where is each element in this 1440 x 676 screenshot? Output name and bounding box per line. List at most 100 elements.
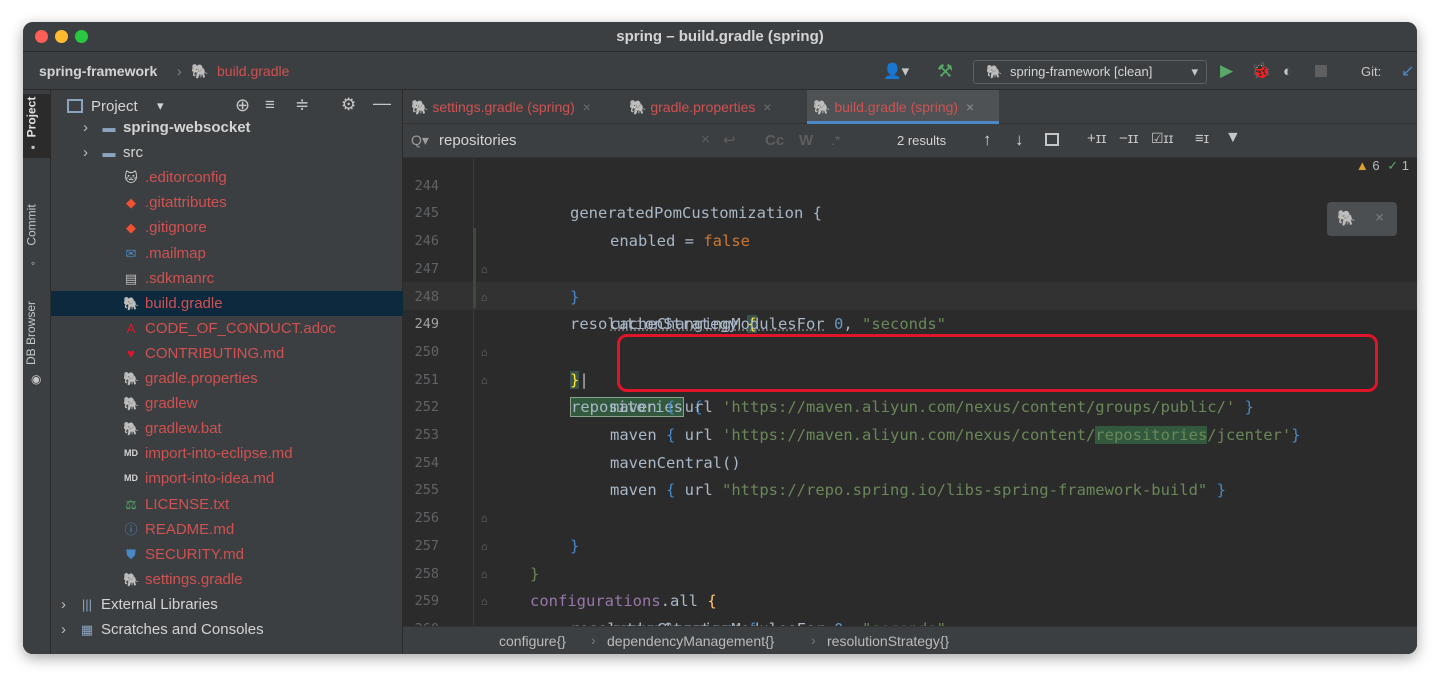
code-editor[interactable]: 244 generatedPomCustomization { 245 enab… (403, 158, 1417, 626)
tree-item-label: import-into-eclipse.md (145, 445, 293, 463)
tree-item[interactable]: MD import-into-eclipse.md (51, 441, 403, 466)
tree-item[interactable]: ✉ .mailmap (51, 241, 403, 266)
tree-item[interactable]: MD import-into-idea.md (51, 466, 403, 491)
editor-breadcrumbs: configure{} › dependencyManagement{} › r… (403, 626, 1417, 654)
ide-window: spring – build.gradle (spring) spring-fr… (23, 22, 1417, 654)
tree-item-label: build.gradle (145, 294, 223, 312)
add-occurrence-icon[interactable]: +ɪɪ (1087, 130, 1106, 147)
tree-item[interactable]: 🐘 gradle.properties (51, 366, 403, 391)
breadcrumb-project[interactable]: spring-framework (39, 63, 157, 79)
chevron-right-icon[interactable]: › (83, 115, 88, 140)
folder-module-icon: ▬ (102, 120, 116, 135)
title-bar: spring – build.gradle (spring) (23, 22, 1417, 52)
gradle-reload-icon[interactable]: 🐘 (1337, 209, 1356, 227)
tree-item[interactable]: 🐘 gradlew.bat (51, 416, 403, 441)
project-view-select[interactable]: Project (91, 98, 138, 115)
expand-all-icon[interactable]: ≡ (265, 95, 275, 115)
breadcrumb-resolution-strategy[interactable]: resolutionStrategy{} (827, 633, 949, 649)
heart-icon: ♥ (127, 345, 135, 361)
tree-item[interactable]: › ▬ spring-websocket (51, 115, 403, 140)
breadcrumb-separator-icon: › (177, 63, 182, 79)
breadcrumb-separator-icon: › (591, 632, 596, 648)
code-line: 253 mavenCentral() (414, 427, 741, 472)
tree-item-label: src (123, 144, 143, 162)
tree-item[interactable]: ⚖ LICENSE.txt (51, 492, 403, 517)
find-in-window-icon[interactable] (1045, 133, 1059, 146)
previous-occurrence-icon[interactable]: ↑ (983, 130, 992, 150)
locate-icon[interactable]: ⊕ (235, 95, 250, 116)
vcs-user-icon[interactable]: 👤▾ (883, 59, 909, 83)
tree-item[interactable]: ⛊ SECURITY.md (51, 542, 403, 567)
code-line: 254 maven { url "https://repo.spring.io/… (414, 454, 1226, 500)
tree-item[interactable]: A CODE_OF_CONDUCT.adoc (51, 316, 403, 341)
tree-item[interactable]: ▤ .sdkmanrc (51, 266, 403, 291)
hide-panel-icon[interactable]: — (373, 93, 391, 114)
chevron-right-icon[interactable]: › (61, 592, 66, 617)
tool-tab-project[interactable]: Project ▪ (23, 94, 51, 158)
build-hammer-icon[interactable]: ⚒ (937, 59, 953, 83)
clear-search-icon[interactable]: × (701, 131, 710, 148)
tree-item-label: SECURITY.md (145, 545, 244, 563)
debug-icon[interactable]: 🐞 (1251, 59, 1271, 83)
tree-item[interactable]: ♥ CONTRIBUTING.md (51, 341, 403, 366)
markdown-icon: MD (124, 473, 138, 484)
tree-item-label: Scratches and Consoles (101, 621, 264, 638)
breadcrumb-file[interactable]: build.gradle (217, 63, 289, 79)
inspection-widget[interactable]: ▲ 6 ✓ 1 (1356, 158, 1409, 180)
close-tab-icon[interactable]: × (763, 99, 771, 115)
tree-item[interactable]: ◆ .gitignore (51, 215, 403, 240)
tab-settings-gradle[interactable]: 🐘 settings.gradle (spring) × (411, 90, 625, 124)
close-tab-icon[interactable]: × (966, 99, 974, 115)
select-all-occurrences-icon[interactable]: ☑ɪɪ (1151, 130, 1174, 147)
tool-tab-commit[interactable]: Commit ◦ (23, 194, 51, 274)
chevron-right-icon[interactable]: › (61, 617, 66, 642)
git-update-icon[interactable]: ↙ (1401, 59, 1414, 83)
tree-item-label: .sdkmanrc (145, 269, 215, 287)
scratches-icon: ▦ (80, 622, 94, 637)
tab-gradle-properties[interactable]: 🐘 gradle.properties × (629, 90, 805, 124)
tree-item[interactable]: 🐘 gradlew (51, 391, 403, 416)
library-icon: ||| (81, 596, 93, 612)
tree-item-label: .gitattributes (145, 194, 227, 212)
coverage-icon[interactable]: ◐ (1283, 59, 1292, 83)
tree-item[interactable]: › ▦ Scratches and Consoles (51, 617, 403, 642)
tree-item[interactable]: ⓘ README.md (51, 517, 403, 542)
search-input[interactable]: repositories (439, 132, 517, 149)
tree-item-label: import-into-idea.md (145, 470, 275, 488)
gradle-icon: 🐘 (411, 99, 429, 115)
chevron-right-icon[interactable]: › (83, 140, 88, 165)
close-icon[interactable]: × (1375, 208, 1384, 226)
run-configuration-select[interactable]: 🐘 spring-framework [clean] ▾ (973, 60, 1207, 84)
filter-icon[interactable]: ▼ (1225, 129, 1241, 147)
tree-item[interactable]: › ||| External Libraries (51, 592, 403, 617)
gradle-icon: 🐘 (191, 63, 209, 79)
tab-build-gradle[interactable]: 🐘 build.gradle (spring) × (807, 90, 999, 124)
tree-item[interactable]: › ▬ src (51, 140, 403, 165)
breadcrumb-dependency-management[interactable]: dependencyManagement{} (607, 633, 774, 649)
regex-toggle[interactable]: .* (831, 132, 840, 148)
chevron-down-icon[interactable]: ▾ (157, 98, 164, 114)
filter-search-results-icon[interactable]: ≡ɪ (1195, 130, 1209, 147)
close-tab-icon[interactable]: × (583, 99, 591, 115)
gear-icon[interactable]: ⚙ (341, 95, 356, 115)
tree-item[interactable]: 🐘 build.gradle (51, 290, 403, 316)
next-occurrence-icon[interactable]: ↓ (1015, 130, 1024, 150)
tree-item[interactable]: ◆ .gitattributes (51, 190, 403, 215)
search-icon[interactable]: Q▾ (411, 132, 429, 149)
match-case-toggle[interactable]: Cc (765, 132, 784, 149)
remove-occurrence-icon[interactable]: −ɪɪ (1119, 130, 1138, 147)
commit-icon: ◦ (31, 256, 36, 270)
project-view-icon (67, 99, 83, 113)
tree-item[interactable]: 🐘 settings.gradle (51, 567, 403, 592)
tree-item-label: README.md (145, 520, 235, 538)
breadcrumb-configure[interactable]: configure{} (499, 633, 566, 649)
whole-words-toggle[interactable]: W (799, 132, 813, 149)
gradle-reload-popup[interactable]: 🐘 × (1327, 202, 1397, 236)
run-icon[interactable]: ▶ (1220, 59, 1233, 83)
collapse-all-icon[interactable]: ≑ (295, 95, 309, 115)
tool-tab-db-browser[interactable]: DB Browser ◉ (23, 286, 51, 386)
new-line-icon[interactable]: ↩ (723, 131, 736, 149)
tree-item[interactable]: 🐱 .editorconfig (51, 165, 403, 190)
stop-icon[interactable] (1315, 59, 1327, 83)
code-line: 247 ⌂ resolutionStrategy { (414, 260, 757, 334)
